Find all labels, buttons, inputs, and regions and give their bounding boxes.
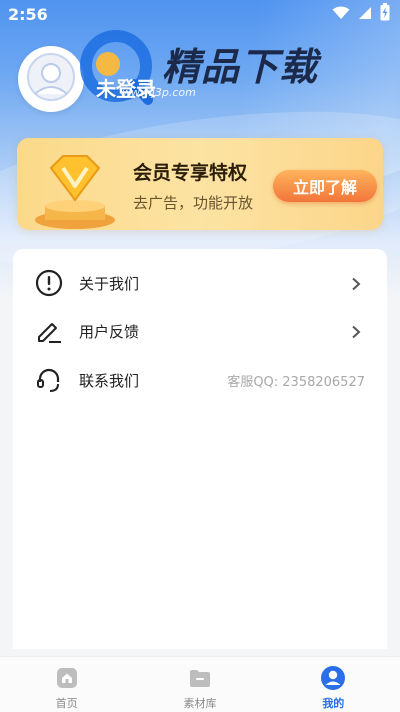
status-time: 2:56 bbox=[8, 4, 48, 24]
diamond-trophy-icon bbox=[29, 146, 121, 230]
home-icon bbox=[54, 665, 80, 691]
vip-card[interactable]: 会员专享特权 去广告，功能开放 立即了解 bbox=[17, 138, 383, 230]
status-bar: 2:56 bbox=[0, 0, 400, 28]
wifi-icon bbox=[332, 5, 350, 24]
nav-label: 首页 bbox=[55, 697, 78, 710]
signal-icon bbox=[358, 5, 372, 24]
chevron-right-icon bbox=[349, 276, 363, 291]
headset-icon bbox=[33, 364, 65, 396]
menu-item-label: 关于我们 bbox=[79, 274, 140, 293]
vip-learn-more-button[interactable]: 立即了解 bbox=[273, 170, 377, 202]
battery-charging-icon bbox=[380, 3, 390, 25]
user-avatar-icon bbox=[26, 52, 76, 106]
nav-label: 我的 bbox=[322, 697, 345, 710]
menu-item-label: 用户反馈 bbox=[79, 322, 140, 341]
avatar[interactable] bbox=[18, 46, 84, 112]
pen-edit-icon bbox=[33, 315, 65, 347]
nav-library[interactable]: 素材库 bbox=[133, 657, 266, 712]
nav-home[interactable]: 首页 bbox=[0, 657, 133, 712]
chevron-right-icon bbox=[349, 324, 363, 339]
vip-subtitle: 去广告，功能开放 bbox=[133, 194, 254, 212]
customer-service-qq: 客服QQ: 2358206527 bbox=[227, 374, 365, 390]
login-label[interactable]: 未登录 bbox=[96, 73, 156, 102]
vip-title: 会员专享特权 bbox=[133, 162, 248, 184]
menu-item-label: 联系我们 bbox=[79, 371, 140, 390]
user-profile-icon bbox=[320, 665, 346, 691]
menu-item-feedback[interactable]: 用户反馈 bbox=[13, 307, 387, 355]
menu-item-about[interactable]: 关于我们 bbox=[13, 259, 387, 307]
status-icons bbox=[332, 3, 390, 25]
folder-icon bbox=[187, 665, 213, 691]
bottom-nav: 首页 素材库 我的 bbox=[0, 656, 400, 712]
menu-item-contact[interactable]: 联系我们 客服QQ: 2358206527 bbox=[13, 356, 387, 404]
nav-mine[interactable]: 我的 bbox=[267, 657, 400, 712]
nav-label: 素材库 bbox=[183, 697, 217, 710]
info-circle-icon bbox=[33, 267, 65, 299]
menu-panel: 关于我们 用户反馈 联系我们 客服QQ: 2358206527 bbox=[13, 249, 387, 649]
